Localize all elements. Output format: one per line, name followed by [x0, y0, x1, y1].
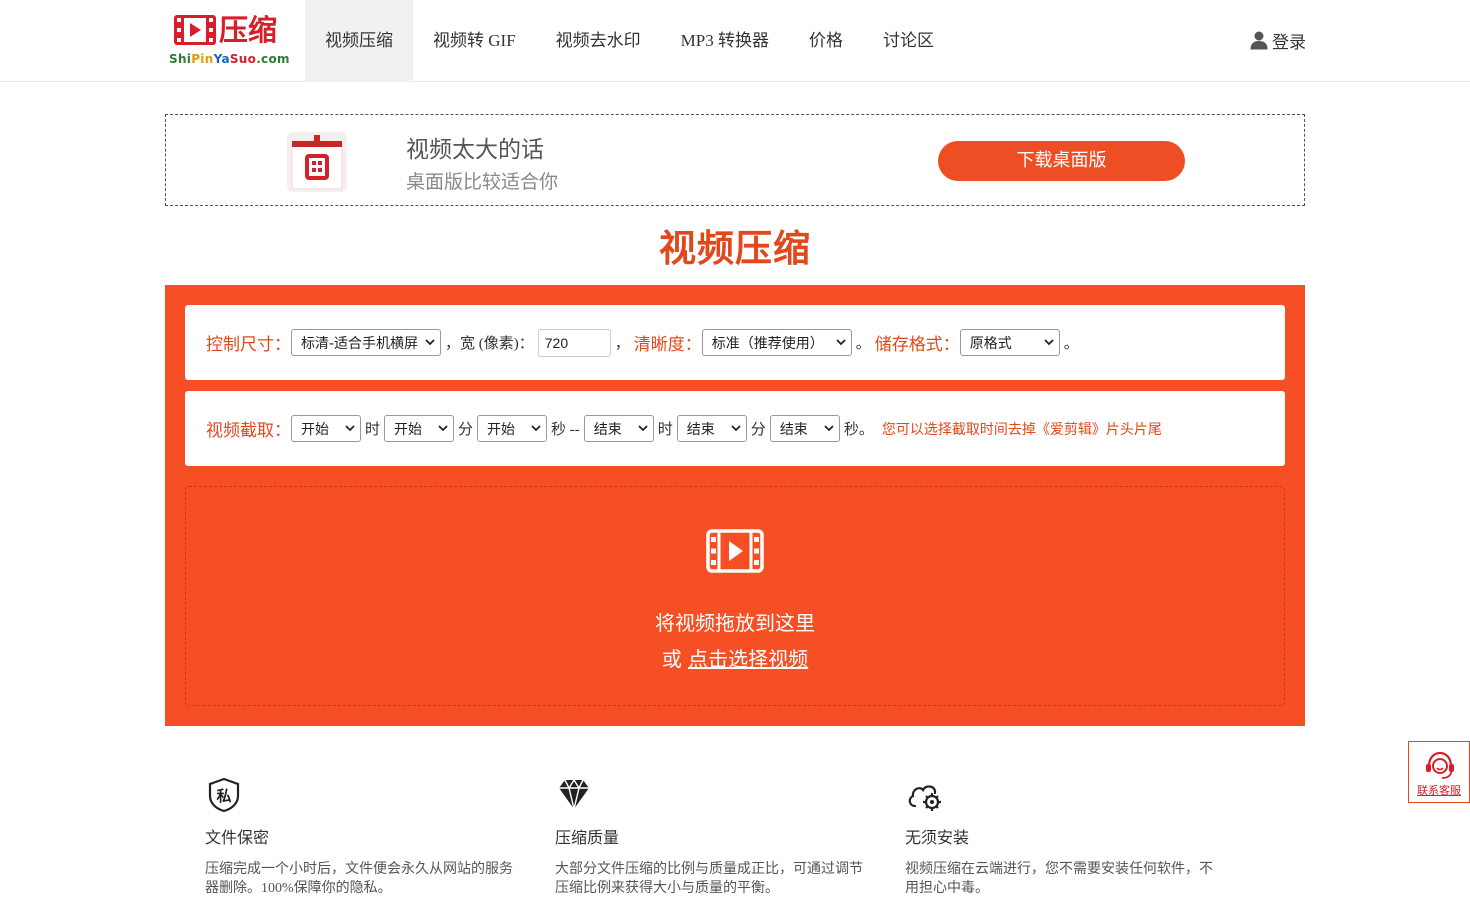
- feature-no-install: 无须安装 视频压缩在云端进行，您不需要安装任何软件，不用担心中毒。: [905, 776, 1225, 898]
- end-minute-select[interactable]: 结束: [676, 415, 747, 442]
- chevron-down-icon: [345, 425, 355, 432]
- clip-label: 视频截取：: [206, 421, 291, 441]
- desktop-app-banner: 视频太大的话 桌面版比较适合你 下载桌面版: [165, 114, 1305, 206]
- main-nav: 视频压缩 视频转 GIF 视频去水印 MP3 转换器 价格 讨论区: [305, 0, 954, 82]
- end-second-select[interactable]: 结束: [769, 415, 840, 442]
- nav-item-remove-watermark[interactable]: 视频去水印: [536, 0, 661, 82]
- dropzone-or: 或: [661, 647, 689, 671]
- chevron-down-icon: [824, 425, 834, 432]
- banner-headline: 视频太大的话: [406, 137, 544, 163]
- video-file-icon: [706, 529, 764, 573]
- size-label: 控制尺寸：: [206, 335, 291, 355]
- download-desktop-button[interactable]: 下载桌面版: [938, 141, 1185, 181]
- chevron-down-icon: [836, 339, 846, 346]
- start-hour-select[interactable]: 开始: [291, 415, 361, 442]
- start-hour-value: 开始: [301, 421, 329, 438]
- login-link[interactable]: 登录: [1250, 28, 1306, 52]
- contact-service-label: 联系客服: [1417, 784, 1461, 797]
- nav-item-pricing[interactable]: 价格: [789, 0, 863, 82]
- format-separator: 。: [855, 336, 871, 352]
- logo-domain-part: Shi: [169, 52, 192, 66]
- start-minute-select[interactable]: 开始: [384, 415, 455, 442]
- format-label: 储存格式：: [874, 335, 960, 355]
- cloud-gear-icon: [908, 785, 941, 811]
- feature-privacy: 私 文件保密 压缩完成一个小时后，文件便会永久从网站的服务器删除。100%保障你…: [205, 776, 525, 898]
- unit-hour: 时: [365, 422, 381, 438]
- diamond-icon: [559, 778, 589, 810]
- video-dropzone[interactable]: 将视频拖放到这里 或 点击选择视频: [185, 486, 1285, 706]
- clarity-select[interactable]: 标准（推荐使用）: [701, 329, 852, 356]
- logo-mark: 压缩: [173, 12, 277, 48]
- nav-item-mp3-converter[interactable]: MP3 转换器: [661, 0, 789, 82]
- format-select-value: 原格式: [969, 335, 1012, 352]
- site-logo[interactable]: 压缩 ShiPinYaSuo.com: [169, 12, 290, 70]
- page-title: 视频压缩: [659, 226, 811, 270]
- unit-second-dash: 秒 --: [551, 422, 580, 438]
- logo-domain-part: Pin: [191, 52, 214, 66]
- start-second-select[interactable]: 开始: [477, 415, 548, 442]
- feature-quality: 压缩质量 大部分文件压缩的比例与质量成正比，可通过调节压缩比例来获得大小与质量的…: [555, 776, 875, 898]
- logo-domain-part: .com: [256, 52, 290, 66]
- banner-subline: 桌面版比较适合你: [406, 171, 559, 193]
- feature-description: 视频压缩在云端进行，您不需要安装任何软件，不用担心中毒。: [905, 862, 1213, 896]
- unit-minute: 分: [458, 422, 474, 438]
- clip-row: 视频截取： 开始 时 开始 分 开始 秒 -- 结束 时 结束 分 结束 秒。 …: [185, 391, 1285, 466]
- chevron-down-icon: [1044, 339, 1054, 346]
- size-select[interactable]: 标清-适合手机横屏: [291, 329, 441, 356]
- end-hour-select[interactable]: 结束: [583, 415, 654, 442]
- logo-domain: ShiPinYaSuo.com: [169, 52, 290, 66]
- feature-description: 压缩完成一个小时后，文件便会永久从网站的服务器删除。100%保障你的隐私。: [205, 862, 513, 896]
- nav-item-video-compress[interactable]: 视频压缩: [305, 0, 413, 82]
- chevron-down-icon: [731, 425, 741, 432]
- chevron-down-icon: [425, 339, 435, 346]
- nav-item-forum[interactable]: 讨论区: [863, 0, 954, 82]
- end-hour-value: 结束: [593, 421, 622, 438]
- format-select[interactable]: 原格式: [959, 329, 1060, 356]
- clarity-select-value: 标准（推荐使用）: [711, 335, 824, 352]
- start-minute-value: 开始: [394, 421, 423, 438]
- shield-private-icon: 私: [208, 777, 240, 813]
- clarity-label: 清晰度：: [633, 335, 702, 355]
- end-second-value: 结束: [779, 421, 808, 438]
- chevron-down-icon: [531, 425, 541, 432]
- shield-glyph: 私: [215, 787, 231, 805]
- customer-service-icon: [1426, 751, 1454, 779]
- width-input[interactable]: [537, 328, 611, 357]
- logo-text: 压缩: [219, 13, 278, 47]
- unit-minute: 分: [750, 422, 766, 438]
- feature-title: 文件保密: [205, 828, 270, 847]
- compress-panel: 控制尺寸： 标清-适合手机横屏 ，宽 (像素)： ， 清晰度： 标准（推荐使用）…: [165, 285, 1305, 726]
- settings-row: 控制尺寸： 标清-适合手机横屏 ，宽 (像素)： ， 清晰度： 标准（推荐使用）…: [185, 305, 1285, 380]
- width-label: ，宽 (像素)：: [445, 336, 534, 352]
- login-label: 登录: [1272, 32, 1306, 52]
- start-second-value: 开始: [487, 421, 516, 438]
- feature-title: 无须安装: [905, 828, 970, 847]
- film-logo-icon: [174, 15, 216, 45]
- size-select-value: 标清-适合手机横屏: [301, 335, 419, 352]
- select-video-link[interactable]: 点击选择视频: [688, 647, 808, 671]
- feature-description: 大部分文件压缩的比例与质量成正比，可通过调节压缩比例来获得大小与质量的平衡。: [555, 862, 863, 896]
- clarity-separator: ，: [614, 336, 630, 352]
- chevron-down-icon: [438, 425, 448, 432]
- clip-hint: 您可以选择截取时间去掉《爱剪辑》片头片尾: [881, 421, 1162, 438]
- chevron-down-icon: [638, 425, 648, 432]
- dropzone-instruction: 将视频拖放到这里: [655, 611, 815, 635]
- desktop-app-icon: [287, 132, 347, 192]
- logo-domain-part: Suo: [229, 52, 257, 66]
- dropzone-or-line: 或 点击选择视频: [186, 643, 1284, 672]
- top-header: 压缩 ShiPinYaSuo.com 视频压缩 视频转 GIF 视频去水印 MP…: [0, 0, 1470, 82]
- unit-second-end: 秒。: [843, 422, 874, 438]
- user-icon: [1250, 31, 1268, 50]
- end-minute-value: 结束: [686, 421, 715, 438]
- feature-title: 压缩质量: [555, 828, 620, 847]
- logo-domain-part: Ya: [213, 52, 230, 66]
- contact-service-button[interactable]: 联系客服: [1408, 741, 1470, 803]
- end-separator: 。: [1063, 336, 1079, 352]
- unit-hour: 时: [657, 422, 673, 438]
- nav-item-video-to-gif[interactable]: 视频转 GIF: [413, 0, 536, 82]
